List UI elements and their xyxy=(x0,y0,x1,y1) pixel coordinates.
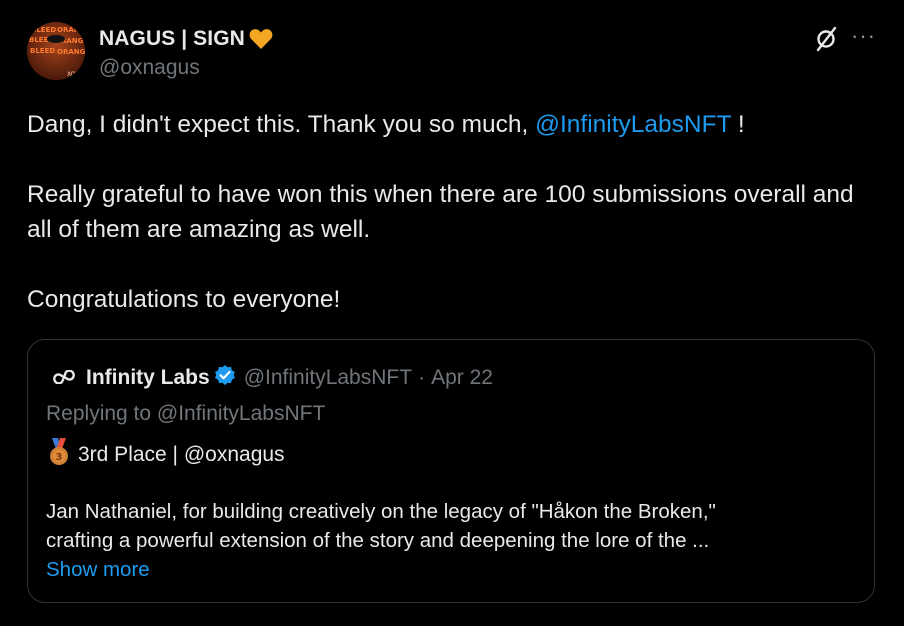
avatar-text: ORANGE xyxy=(57,26,85,34)
avatar-image: BLEED ORANGE BLEED ORANGE BLEED ORANGE X… xyxy=(27,22,85,80)
verified-badge-icon xyxy=(210,364,244,392)
quoted-text-line: Jan Nathaniel, for building creatively o… xyxy=(46,500,716,523)
tweet-text-suffix: ! xyxy=(731,111,745,138)
quoted-text-line: crafting a powerful extension of the sto… xyxy=(46,529,710,552)
orange-heart-icon xyxy=(249,28,273,50)
tweet: BLEED ORANGE BLEED ORANGE BLEED ORANGE X… xyxy=(0,0,904,626)
author-handle[interactable]: @oxnagus xyxy=(99,56,200,80)
quoted-tweet[interactable]: Infinity Labs @InfinityLabsNFT · Apr 22 … xyxy=(27,339,875,603)
infinity-logo-icon xyxy=(52,366,86,390)
show-more-link[interactable]: Show more xyxy=(46,558,150,581)
bronze-medal-icon: 3 xyxy=(48,438,70,472)
place-row: 3 3rd Place | @oxnagus xyxy=(48,438,285,472)
tweet-text: Dang, I didn't expect this. Thank you so… xyxy=(27,107,877,317)
author-name-row[interactable]: NAGUS | SIGN xyxy=(99,27,273,51)
tweet-text-line1: Dang, I didn't expect this. Thank you so… xyxy=(27,111,536,138)
medal-number: 3 xyxy=(56,452,63,463)
quoted-display-name[interactable]: Infinity Labs xyxy=(86,366,210,390)
tweet-paragraph: Really grateful to have won this when th… xyxy=(27,181,854,243)
place-text: 3rd Place | @oxnagus xyxy=(78,443,285,466)
avatar-text: ORANGE xyxy=(57,48,85,56)
replying-to: Replying to @InfinityLabsNFT xyxy=(46,402,326,425)
avatar-text: XOX xyxy=(67,71,79,78)
avatar-text: BLEED xyxy=(31,26,56,34)
tweet-paragraph: Dang, I didn't expect this. Thank you so… xyxy=(27,107,877,142)
quoted-date[interactable]: Apr 22 xyxy=(431,366,493,390)
more-icon[interactable]: ··· xyxy=(851,25,876,47)
separator-dot: · xyxy=(418,366,426,389)
avatar[interactable]: BLEED ORANGE BLEED ORANGE BLEED ORANGE X… xyxy=(27,22,85,80)
tweet-paragraph: Congratulations to everyone! xyxy=(27,286,341,313)
mention-link[interactable]: @InfinityLabsNFT xyxy=(535,111,731,138)
avatar-text: BLEED xyxy=(30,47,55,55)
grok-icon[interactable] xyxy=(815,26,837,52)
author-display-name[interactable]: NAGUS | SIGN xyxy=(99,27,245,51)
quoted-tweet-text: Jan Nathaniel, for building creatively o… xyxy=(46,497,846,584)
quoted-handle[interactable]: @InfinityLabsNFT xyxy=(244,366,412,390)
quoted-tweet-header: Infinity Labs @InfinityLabsNFT · Apr 22 xyxy=(52,364,493,392)
tweet-actions-top: ··· xyxy=(815,25,876,52)
